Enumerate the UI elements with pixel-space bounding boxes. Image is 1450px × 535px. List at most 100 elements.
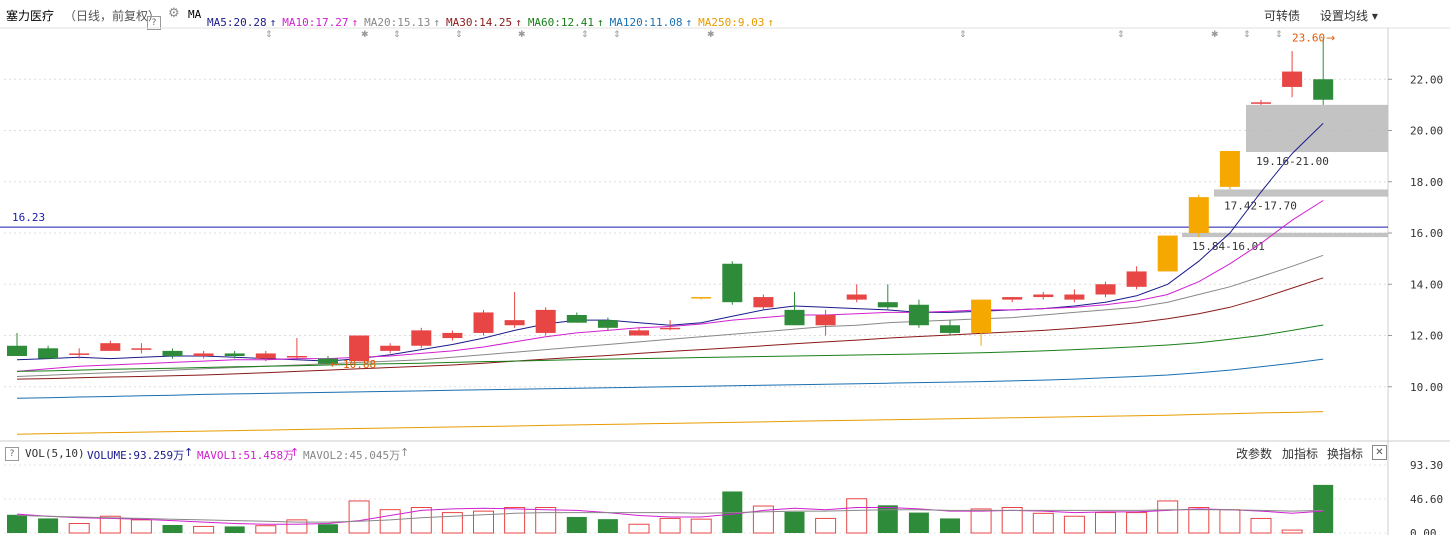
ma60-line [16, 324, 1324, 372]
event-marker-icon: ✱ [361, 30, 369, 40]
volume-bar [1001, 506, 1023, 534]
close-icon[interactable]: ✕ [1372, 445, 1387, 460]
candle-body [753, 297, 774, 308]
mavol1-arrow-icon: ↑ [290, 446, 300, 459]
volume-bar [1250, 517, 1272, 534]
volume-bar [597, 519, 618, 533]
candle-body [1064, 294, 1085, 300]
volume-bar [690, 518, 712, 534]
candle-body [971, 299, 992, 333]
ma250-line [16, 411, 1324, 435]
candle-body [784, 309, 805, 326]
vol-volume: VOLUME:93.259万 [87, 449, 185, 462]
volume-bar [348, 500, 370, 534]
gap-zone [1214, 189, 1388, 197]
volume-bar [1063, 515, 1085, 534]
add-indicator-button[interactable]: 加指标 [1282, 445, 1318, 462]
event-marker-icon: ⇕ [1243, 30, 1251, 40]
candle-body [131, 348, 152, 350]
candle-body [100, 343, 121, 351]
volume-bar [659, 517, 681, 534]
volume-bar [846, 498, 868, 534]
volume-bar [566, 516, 587, 533]
candle-body [1157, 235, 1178, 272]
candle-body [1313, 79, 1334, 100]
y-tick-label: 16.00 [1410, 227, 1443, 240]
volume-bar [1157, 500, 1179, 534]
vol-mavol2: MAVOL2:45.045万 [303, 449, 401, 462]
gap-label: 15.84-16.01 [1192, 240, 1265, 253]
gap-label: 17.42-17.70 [1224, 200, 1297, 213]
candle-body [38, 348, 59, 359]
event-marker-icon: ⇕ [455, 30, 463, 40]
candle-body [1002, 297, 1023, 300]
candle-body [1219, 151, 1240, 187]
volume-bar [815, 517, 837, 534]
candle-body [380, 345, 401, 351]
event-marker-icon: ⇕ [1275, 30, 1283, 40]
volume-bar [1095, 512, 1116, 534]
volume-bar [504, 506, 526, 534]
candle-body [1033, 294, 1054, 298]
y-tick-label: 20.00 [1410, 125, 1443, 138]
volume-bar [628, 523, 650, 534]
candle-body [691, 297, 712, 299]
switch-indicator-button[interactable]: 换指标 [1327, 445, 1363, 462]
volume-bar [1032, 512, 1054, 534]
candle-body [660, 327, 681, 330]
y-tick-label: 18.00 [1410, 176, 1443, 189]
event-marker-icon: ⇕ [959, 30, 967, 40]
candle-body [877, 302, 898, 308]
volume-bar [1313, 484, 1334, 533]
candle-body [69, 353, 90, 355]
min-price-label: 10.88 [343, 358, 376, 371]
volume-bar [908, 512, 929, 533]
volume-bar [193, 525, 215, 534]
candle-body [1095, 284, 1116, 295]
vol-help-icon[interactable]: ? [5, 446, 19, 461]
reference-line-label: 16.23 [12, 211, 45, 224]
candle-body [442, 332, 463, 339]
candle-body [815, 315, 836, 326]
max-price-label: 23.60 [1292, 31, 1325, 44]
vol-tick-label: 0.00 [1410, 527, 1437, 535]
candle-body [255, 353, 276, 359]
volume-bar [1126, 512, 1148, 534]
event-marker-icon: ⇕ [581, 30, 589, 40]
candle-body [286, 356, 307, 358]
volume-bar [1281, 529, 1303, 534]
candle-body [411, 330, 432, 346]
candle-body [162, 350, 183, 356]
candle-body [566, 315, 587, 323]
max-arrow-icon: → [1326, 31, 1335, 44]
candle-body [1251, 102, 1271, 104]
event-marker-icon: ✱ [1211, 30, 1219, 40]
ma120-line [16, 358, 1324, 399]
candle-body [224, 353, 245, 356]
change-params-button[interactable]: 改参数 [1236, 445, 1272, 462]
volume-bar [38, 518, 59, 533]
volume-bar [224, 526, 245, 533]
volume-bar [130, 519, 152, 534]
volume-bar [970, 508, 992, 534]
y-tick-label: 22.00 [1410, 73, 1443, 86]
candle-body [473, 312, 494, 333]
vol-label: VOL(5,10) [25, 447, 85, 460]
candle-body [940, 325, 960, 333]
candle-body [193, 353, 214, 356]
candle-body [504, 320, 525, 326]
candle-body [1282, 71, 1303, 87]
event-marker-icon: ✱ [707, 30, 715, 40]
gap-zone [1246, 104, 1388, 153]
event-marker-icon: ⇕ [265, 30, 273, 40]
y-tick-label: 14.00 [1410, 278, 1443, 291]
y-tick-label: 10.00 [1410, 381, 1443, 394]
candle-body [1126, 271, 1147, 287]
volume-bar [1219, 509, 1241, 534]
volume-bar [7, 514, 27, 533]
volume-bar [1188, 506, 1210, 534]
candle-body [535, 309, 556, 333]
mavol2-arrow-icon: ↑ [400, 446, 410, 459]
candle-body [908, 304, 929, 326]
volume-bar [784, 511, 805, 533]
